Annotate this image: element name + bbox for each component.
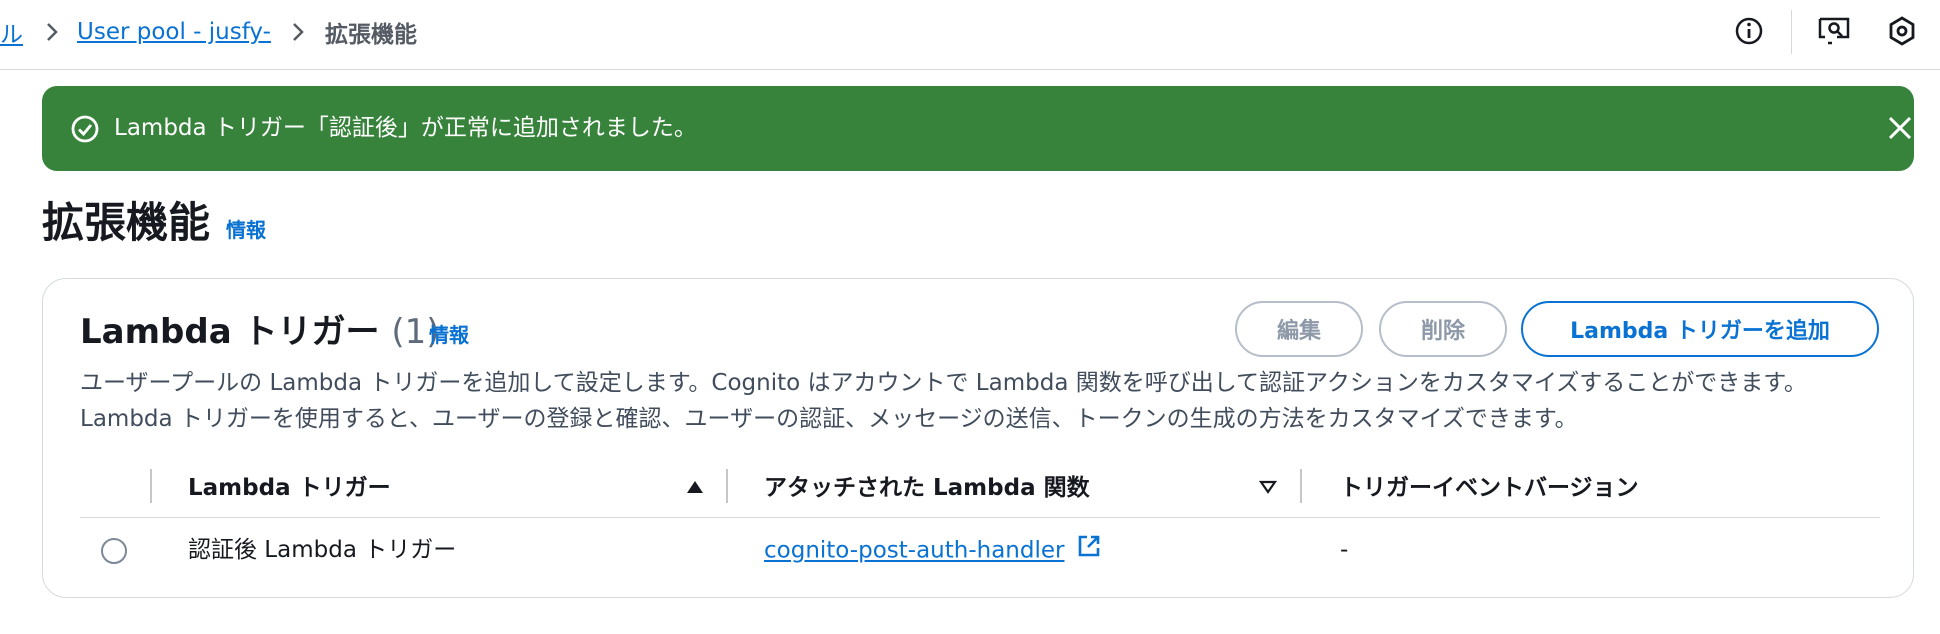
breadcrumb-item-user-pool[interactable]: User pool - jusfy- [77,19,271,45]
breadcrumb: ル User pool - jusfy- 拡張機能 [0,14,417,50]
section-title-text: Lambda トリガー [80,312,380,352]
function-link[interactable]: cognito-post-auth-handler [764,538,1064,564]
column-divider [150,469,152,503]
success-flash-banner: Lambda トリガー「認証後」が正常に追加されました。 [42,86,1914,171]
section-info-link[interactable]: 情報 [429,321,469,349]
settings-hex-icon[interactable] [1884,13,1920,49]
breadcrumb-item-parent[interactable]: ル [0,15,23,49]
section-description: ユーザープールの Lambda トリガーを追加して設定します。Cognito は… [80,370,1807,432]
cell-version: - [1340,537,1349,563]
section-title: Lambda トリガー (1) [80,309,440,355]
add-lambda-trigger-button[interactable]: Lambda トリガーを追加 [1521,301,1879,357]
screen-search-icon[interactable] [1816,13,1852,49]
delete-button[interactable]: 削除 [1379,301,1507,357]
edit-button[interactable]: 編集 [1235,301,1363,357]
check-circle-icon [70,114,100,148]
column-header-trigger[interactable]: Lambda トリガー [188,471,391,505]
chevron-right-icon [45,21,59,43]
top-bar: ル User pool - jusfy- 拡張機能 [0,0,1940,70]
breadcrumb-item-current: 拡張機能 [324,22,417,48]
lambda-triggers-container: Lambda トリガー (1) 情報 編集 削除 Lambda トリガーを追加 … [42,278,1914,598]
cell-trigger: 認証後 Lambda トリガー [188,537,457,563]
close-icon[interactable] [1886,114,1914,146]
table-header: Lambda トリガー アタッチされた Lambda 関数 トリガーイベントバー… [80,459,1880,518]
info-icon[interactable] [1731,13,1767,49]
column-divider[interactable] [1300,469,1302,503]
chevron-right-icon [291,21,305,43]
sort-ascending-icon[interactable] [686,479,704,498]
page-title: 拡張機能 [42,198,211,247]
column-header-function[interactable]: アタッチされた Lambda 関数 [764,471,1090,505]
external-link-icon[interactable] [1076,533,1102,569]
page-info-link[interactable]: 情報 [226,216,266,244]
toolbar-divider [1791,10,1792,54]
flash-message: Lambda トリガー「認証後」が正常に追加されました。 [114,115,697,141]
column-divider[interactable] [726,469,728,503]
column-header-version[interactable]: トリガーイベントバージョン [1340,471,1639,505]
sort-descending-icon[interactable] [1258,479,1278,498]
cell-function: cognito-post-auth-handler [764,533,1102,569]
row-select-radio[interactable] [101,538,127,564]
